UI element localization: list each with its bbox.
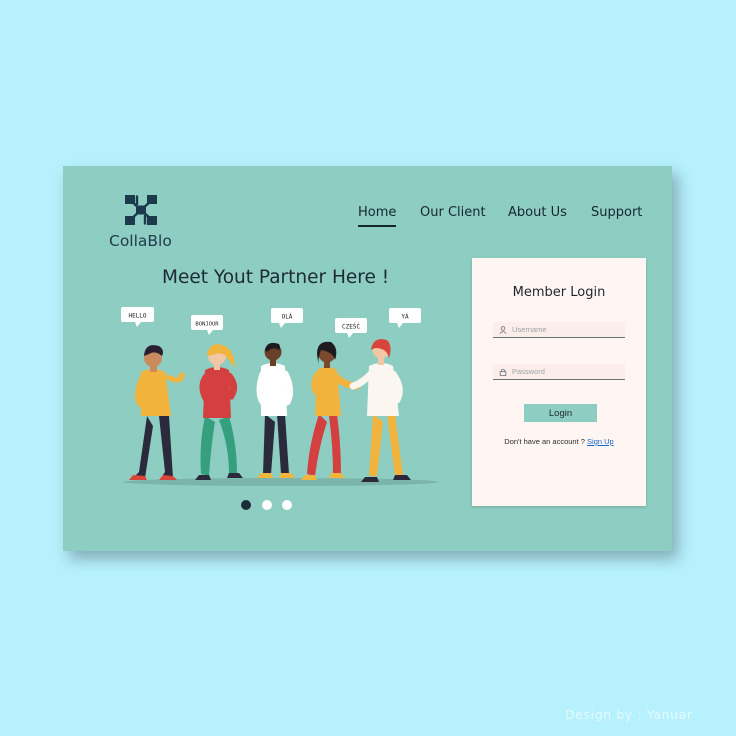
speech-bubble-3: OLÁ [271, 308, 303, 328]
login-button[interactable]: Login [524, 404, 597, 422]
bubble-text-5: YÁ [401, 314, 409, 321]
nav-about-us[interactable]: About Us [508, 205, 567, 220]
bubble-text-4: CZEŚĆ [342, 324, 360, 331]
signup-prompt: Don't have an account ? Sign Up [472, 437, 646, 446]
nav-our-client[interactable]: Our Client [420, 205, 486, 220]
carousel-dot-3[interactable] [282, 500, 292, 510]
designer-credit: Design by : Yanuar [565, 707, 693, 722]
carousel-dot-2[interactable] [262, 500, 272, 510]
lock-icon [499, 368, 507, 376]
speech-bubble-5: YÁ [389, 308, 421, 328]
bubble-text-1: HELLO [128, 313, 146, 320]
brand-logo[interactable]: CollaBlo [109, 194, 173, 250]
carousel-dot-1[interactable] [241, 500, 251, 510]
brand-name: CollaBlo [109, 232, 172, 250]
carousel-dots [241, 500, 301, 512]
hero-headline: Meet Yout Partner Here ! [162, 267, 390, 288]
speech-bubble-2: BONJOUR [191, 315, 223, 335]
speech-bubble-1: HELLO [121, 307, 154, 327]
person-3 [256, 342, 295, 478]
nav-home[interactable]: Home [358, 205, 397, 227]
signup-prompt-text: Don't have an account ? [504, 437, 585, 446]
person-1 [129, 345, 185, 480]
person-2 [195, 344, 243, 480]
password-input[interactable] [512, 367, 622, 376]
username-input[interactable] [512, 325, 622, 334]
username-field[interactable] [493, 322, 625, 338]
network-nodes-icon [125, 195, 157, 225]
speech-bubble-4: CZEŚĆ [335, 318, 367, 338]
password-field[interactable] [493, 364, 625, 380]
landing-card: CollaBlo Home Our Client About Us Suppor… [63, 166, 672, 551]
member-login-panel: Member Login Login Don't have an account… [472, 258, 646, 506]
person-4 [301, 341, 361, 480]
user-icon [499, 325, 507, 334]
nav-support[interactable]: Support [591, 205, 642, 220]
person-5 [349, 339, 411, 482]
signup-link[interactable]: Sign Up [587, 437, 614, 446]
people-greeting-illustration: HELLO BONJOUR OLÁ CZEŚĆ YÁ [121, 307, 439, 486]
login-title: Member Login [512, 285, 606, 300]
bubble-text-2: BONJOUR [195, 322, 219, 328]
bubble-text-3: OLÁ [282, 314, 293, 321]
